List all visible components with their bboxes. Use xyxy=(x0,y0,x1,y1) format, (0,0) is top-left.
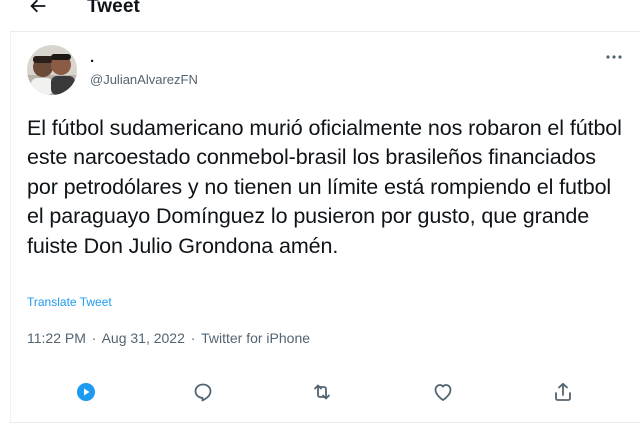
page-title: Tweet xyxy=(87,0,140,17)
user-handle[interactable]: @JulianAlvarezFN xyxy=(90,72,198,87)
reply-icon[interactable] xyxy=(191,380,215,404)
tweet-time[interactable]: 11:22 PM xyxy=(27,330,86,346)
tweet-metadata: 11:22 PM · Aug 31, 2022 · Twitter for iP… xyxy=(27,330,312,346)
retweet-icon[interactable] xyxy=(310,380,334,404)
translate-tweet-link[interactable]: Translate Tweet xyxy=(27,295,112,309)
spaces-play-icon[interactable] xyxy=(74,380,98,404)
top-bar: Tweet xyxy=(0,0,640,22)
separator: · xyxy=(91,330,97,346)
tweet-text: El fútbol sudamericano murió oficialment… xyxy=(27,116,622,258)
like-icon[interactable] xyxy=(431,380,455,404)
arrow-left-icon[interactable] xyxy=(27,0,49,17)
avatar[interactable] xyxy=(27,45,77,95)
tweet-date[interactable]: Aug 31, 2022 xyxy=(102,330,185,346)
action-bar xyxy=(0,372,640,412)
display-name[interactable]: . xyxy=(90,49,94,66)
separator: · xyxy=(190,330,196,346)
share-icon[interactable] xyxy=(551,380,575,404)
tweet-source[interactable]: Twitter for iPhone xyxy=(201,330,310,346)
more-horizontal-icon[interactable] xyxy=(604,50,624,64)
